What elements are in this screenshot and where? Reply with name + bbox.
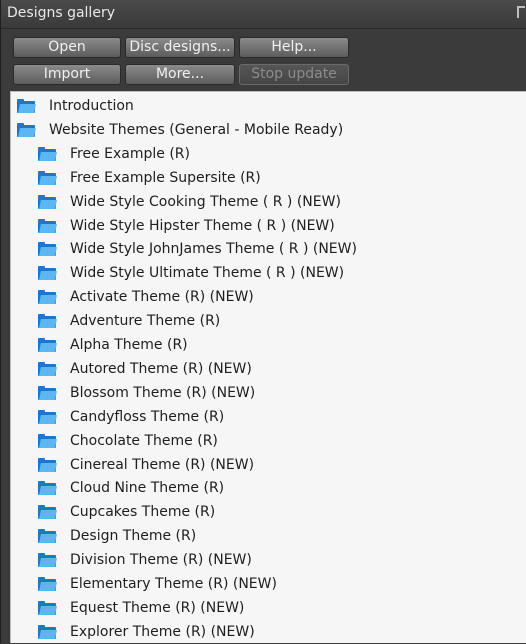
tree-child-item[interactable]: Adventure Theme (R) [11,309,220,333]
tree-root-item[interactable]: Website Themes (General - Mobile Ready) [11,118,343,142]
folder-icon [38,338,57,352]
folder-icon [38,624,57,639]
tree-item-label: Cupcakes Theme (R) [70,504,216,521]
designs-gallery-panel: Designs gallery Open Disc designs... Hel… [0,0,526,643]
folder-icon [17,99,36,113]
tree-child-item[interactable]: Cupcakes Theme (R) [11,500,215,524]
pin-icon[interactable] [517,6,525,18]
folder-icon [38,242,57,257]
folder-icon [38,146,57,161]
tree-item-label: Activate Theme (R) (NEW) [70,289,254,306]
disc-designs-button[interactable]: Disc designs... [125,37,235,58]
tree-child-item[interactable]: Free Example (R) [11,142,190,166]
tree-child-item[interactable]: Activate Theme (R) (NEW) [11,285,254,309]
tree-child-item[interactable]: Design Theme (R) [11,524,196,548]
tree-child-item[interactable]: Explorer Theme (R) (NEW) [11,620,255,644]
folder-icon [38,194,57,209]
tree-child-item[interactable]: Equest Theme (R) (NEW) [11,596,244,620]
tree-child-item[interactable]: Cloud Nine Theme (R) [11,476,224,500]
tree-item-label: Wide Style JohnJames Theme ( R ) (NEW) [70,241,357,258]
tree-child-item[interactable]: Wide Style JohnJames Theme ( R ) (NEW) [11,237,357,261]
tree-item-label: Division Theme (R) (NEW) [70,552,252,569]
tree-item-label: Autored Theme (R) (NEW) [70,360,252,377]
designs-tree[interactable]: Introduction Website Themes (General - Mo… [10,91,526,643]
panel-titlebar[interactable]: Designs gallery [1,0,526,29]
panel-title: Designs gallery [7,5,115,21]
tree-item-label: Equest Theme (R) (NEW) [70,599,245,616]
tree-item-label: Design Theme (R) [70,528,197,545]
tree-item-label: Chocolate Theme (R) [70,432,218,449]
tree-child-item[interactable]: Wide Style Ultimate Theme ( R ) (NEW) [11,261,344,285]
tree-item-label: Wide Style Ultimate Theme ( R ) (NEW) [70,265,345,282]
tree-child-item[interactable]: Elementary Theme (R) (NEW) [11,572,277,596]
folder-icon [38,218,57,233]
folder-icon [38,553,57,568]
tree-item-label: Wide Style Hipster Theme ( R ) (NEW) [70,217,335,234]
tree-child-item[interactable]: Division Theme (R) (NEW) [11,548,252,572]
tree-item-label: Alpha Theme (R) [70,337,188,353]
folder-icon [38,170,57,185]
folder-icon [38,481,57,496]
tree-root-item[interactable]: Introduction [11,94,134,118]
tree-item-label: Wide Style Cooking Theme ( R ) (NEW) [70,193,341,210]
folder-icon [38,290,57,305]
more-button[interactable]: More... [125,64,235,85]
folder-icon [38,385,57,400]
folder-icon [38,361,57,376]
tree-child-item[interactable]: Candyfloss Theme (R) [11,405,224,429]
tree-item-label: Blossom Theme (R) (NEW) [70,384,256,401]
folder-icon [17,122,36,137]
tree-item-label: Free Example Supersite (R) [70,169,261,186]
tree-item-label: Explorer Theme (R) (NEW) [70,623,255,640]
folder-icon [38,314,57,329]
tree-child-item[interactable]: Free Example Supersite (R) [11,166,261,190]
folder-icon [38,577,57,591]
tree-item-label: Cloud Nine Theme (R) [70,480,225,497]
tree-item-label: Elementary Theme (R) (NEW) [70,576,277,592]
tree-item-label: Website Themes (General - Mobile Ready) [49,121,344,138]
open-button[interactable]: Open [13,37,121,58]
folder-icon [38,433,57,448]
tree-item-label: Adventure Theme (R) [70,313,221,330]
tree-child-item[interactable]: Autored Theme (R) (NEW) [11,357,252,381]
tree-item-label: Free Example (R) [70,145,190,162]
tree-child-item[interactable]: Blossom Theme (R) (NEW) [11,381,255,405]
folder-icon [38,529,57,544]
folder-icon [38,409,57,424]
tree-child-item[interactable]: Cinereal Theme (R) (NEW) [11,453,254,477]
import-button[interactable]: Import [13,64,121,85]
help-button[interactable]: Help... [239,37,349,58]
tree-child-item[interactable]: Wide Style Cooking Theme ( R ) (NEW) [11,190,341,214]
tree-item-label: Candyfloss Theme (R) [70,408,225,425]
folder-icon [38,266,57,281]
tree-item-label: Cinereal Theme (R) (NEW) [70,456,255,473]
tree-child-item[interactable]: Alpha Theme (R) [11,333,188,357]
tree-item-label: Introduction [49,98,134,114]
tree-child-item[interactable]: Wide Style Hipster Theme ( R ) (NEW) [11,214,335,238]
folder-icon [38,600,57,615]
tree-child-item[interactable]: Chocolate Theme (R) [11,429,218,453]
folder-icon [38,505,57,520]
folder-icon [38,457,57,472]
stop-update-button[interactable]: Stop update [239,64,349,85]
